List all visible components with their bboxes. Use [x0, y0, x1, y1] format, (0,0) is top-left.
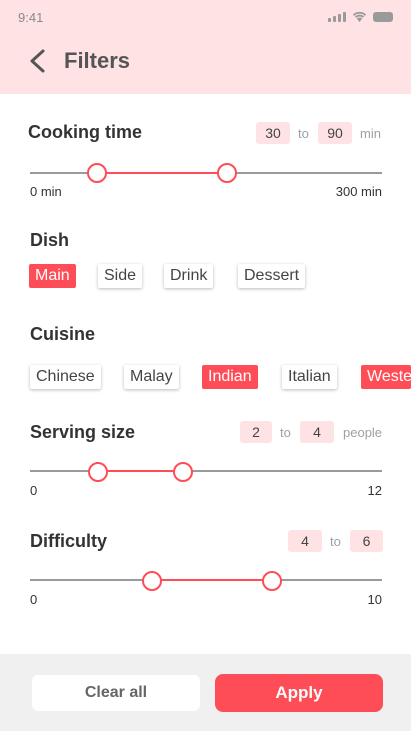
serving-size-to-field[interactable]: 4 [300, 421, 334, 443]
difficulty-max-label: 10 [367, 592, 382, 607]
serving-size-from-field[interactable]: 2 [240, 421, 272, 443]
difficulty-title: Difficulty [30, 531, 108, 551]
cooking-time-to-label: to [298, 126, 309, 141]
serving-size-track[interactable] [30, 470, 382, 472]
difficulty-to-field[interactable]: 6 [350, 530, 383, 552]
apply-button[interactable]: Apply [215, 674, 383, 712]
cooking-time-to-field[interactable]: 90 [318, 122, 352, 144]
difficulty-range-fill [152, 579, 272, 581]
difficulty-from-field[interactable]: 4 [288, 530, 322, 552]
difficulty-min-thumb[interactable] [142, 571, 162, 591]
serving-size-title: Serving size [30, 422, 136, 442]
difficulty-min-label: 0 [30, 592, 38, 607]
cooking-time-title: Cooking time [28, 122, 143, 142]
cooking-time-max-label: 300 min [335, 184, 382, 199]
serving-size-max-label: 12 [367, 483, 382, 498]
cuisine-chip-chinese[interactable]: Chinese [30, 365, 101, 389]
cuisine-chip-malay[interactable]: Malay [124, 365, 179, 389]
status-time: 9:41 [18, 10, 44, 25]
serving-size-to-label: to [280, 425, 291, 440]
page-title: Filters [64, 48, 131, 73]
dish-title: Dish [30, 230, 70, 250]
battery-icon [373, 11, 393, 22]
serving-size-range-fill [98, 470, 183, 472]
cuisine-title: Cuisine [30, 324, 96, 344]
serving-size-unit: people [343, 425, 383, 440]
chevron-left-icon[interactable] [26, 48, 50, 74]
cuisine-chip-indian[interactable]: Indian [202, 365, 258, 389]
cooking-time-range-fill [97, 172, 227, 174]
cuisine-chip-italian[interactable]: Italian [282, 365, 337, 389]
clear-all-button[interactable]: Clear all [32, 675, 200, 711]
difficulty-to-label: to [330, 534, 341, 549]
status-icons [328, 11, 393, 22]
cooking-time-min-label: 0 min [30, 184, 62, 199]
cooking-time-unit: min [360, 126, 381, 141]
signal-icon [328, 11, 346, 22]
header: 9:41 Filters [0, 0, 411, 94]
serving-size-max-thumb[interactable] [173, 462, 193, 482]
cooking-time-min-thumb[interactable] [87, 163, 107, 183]
dish-chip-dessert[interactable]: Dessert [238, 264, 306, 288]
cooking-time-max-thumb[interactable] [217, 163, 237, 183]
serving-size-min-label: 0 [30, 483, 38, 498]
cuisine-chip-western[interactable]: Weste [361, 365, 411, 389]
difficulty-max-thumb[interactable] [262, 571, 282, 591]
dish-chip-side[interactable]: Side [98, 264, 143, 288]
serving-size-min-thumb[interactable] [88, 462, 108, 482]
dish-chip-main[interactable]: Main [29, 264, 76, 288]
cooking-time-from-field[interactable]: 30 [256, 122, 290, 144]
wifi-icon [352, 11, 367, 22]
dish-chip-drink[interactable]: Drink [164, 264, 214, 288]
